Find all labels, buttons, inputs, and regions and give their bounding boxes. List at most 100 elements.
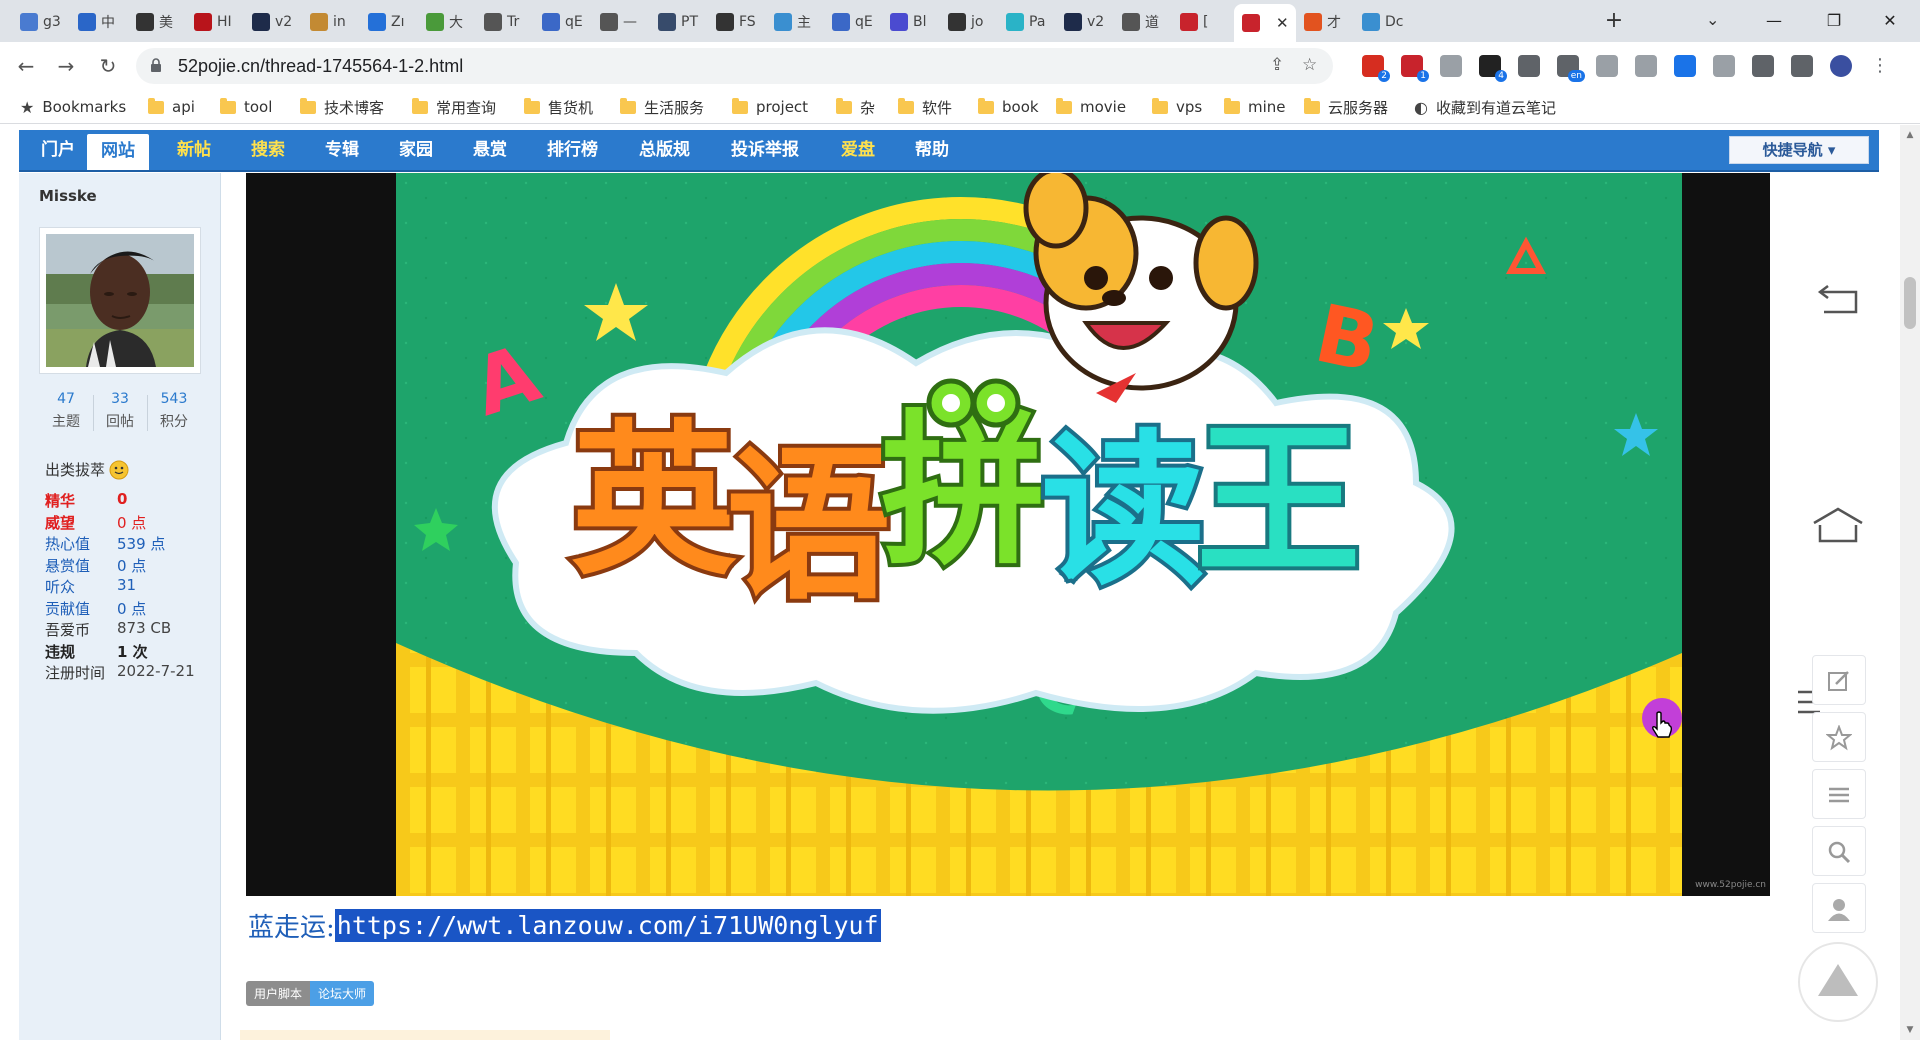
bookmark-folder[interactable]: api: [148, 96, 195, 118]
info-key[interactable]: 贡献值: [45, 598, 117, 619]
stat-value[interactable]: 47: [39, 391, 93, 407]
stat-value[interactable]: 33: [93, 391, 147, 407]
nav-item[interactable]: 排行榜: [533, 130, 612, 170]
tab[interactable]: g3: [16, 8, 66, 36]
quick-nav-button[interactable]: 快捷导航 ▾: [1729, 136, 1869, 164]
tab-search-button[interactable]: ⌄: [1706, 10, 1719, 29]
black-ext-icon[interactable]: 4: [1479, 55, 1507, 82]
nav-item[interactable]: 投诉举报: [717, 130, 813, 170]
profile-avatar-icon[interactable]: [1830, 55, 1852, 77]
download-link[interactable]: https://wwt.lanzouw.com/i71UW0nglyuf: [334, 909, 881, 942]
tab[interactable]: qE: [538, 8, 588, 36]
menu-dots-icon[interactable]: ⋮: [1869, 55, 1891, 77]
tab-active[interactable]: ✕: [1234, 4, 1296, 42]
tag-forum-master[interactable]: 论坛大师: [310, 981, 375, 1006]
info-key[interactable]: 注册时间: [45, 662, 117, 683]
bookmark-folder[interactable]: 杂: [836, 96, 875, 118]
close-tab-icon[interactable]: ✕: [1276, 14, 1289, 32]
bookmark-folder[interactable]: vps: [1152, 96, 1202, 118]
bookmark-folder[interactable]: 常用查询: [412, 96, 496, 118]
bookmark-folder[interactable]: 售货机: [524, 96, 593, 118]
minimize-button[interactable]: —: [1754, 6, 1794, 36]
scroll-down-arrow[interactable]: ▼: [1904, 1024, 1916, 1036]
user-tool-button[interactable]: [1812, 883, 1866, 933]
circle-ext-icon[interactable]: [1440, 55, 1462, 77]
bookmark-folder[interactable]: movie: [1056, 96, 1126, 118]
nav-item[interactable]: 网站: [87, 134, 149, 170]
maximize-button[interactable]: ❐: [1814, 6, 1854, 36]
bookmark-folder[interactable]: 技术博客: [300, 96, 384, 118]
tab[interactable]: Dc: [1358, 8, 1408, 36]
tab[interactable]: Zı: [364, 8, 414, 36]
search-tool-button[interactable]: [1812, 826, 1866, 876]
cursor-ext-icon[interactable]: [1713, 55, 1735, 77]
edit-tool-button[interactable]: [1812, 655, 1866, 705]
stat-value[interactable]: 543: [147, 391, 201, 407]
info-key[interactable]: 听众: [45, 576, 117, 597]
mail-icon[interactable]: [1518, 55, 1540, 77]
nav-item[interactable]: 悬赏: [459, 130, 521, 170]
info-key[interactable]: 威望: [45, 512, 117, 533]
bookmark-folder[interactable]: 软件: [898, 96, 952, 118]
address-bar[interactable]: 52pojie.cn/thread-1745564-1-2.html ⇪ ☆: [136, 48, 1333, 84]
back-button[interactable]: ←: [12, 52, 40, 80]
bookmark-folder[interactable]: 生活服务: [620, 96, 704, 118]
page-scrollbar[interactable]: ▲ ▼: [1900, 125, 1920, 1040]
tab[interactable]: 美: [132, 8, 182, 36]
tab[interactable]: Pa: [1002, 8, 1052, 36]
user-stat[interactable]: 33 回帖: [93, 391, 147, 431]
nav-item[interactable]: 新帖: [163, 130, 225, 170]
bookmark-star-icon[interactable]: ☆: [1302, 55, 1317, 75]
puzzle-icon[interactable]: [1752, 55, 1774, 77]
back-float-button[interactable]: [1802, 270, 1874, 330]
info-key[interactable]: 吾爱币: [45, 619, 117, 640]
user-stat[interactable]: 543 积分: [147, 391, 201, 431]
tab[interactable]: 大: [422, 8, 472, 36]
avatar[interactable]: [39, 227, 201, 374]
scroll-thumb[interactable]: [1904, 277, 1916, 329]
new-tab-button[interactable]: +: [1600, 8, 1628, 36]
scroll-to-top-button[interactable]: [1798, 942, 1878, 1022]
tab[interactable]: [: [1176, 8, 1226, 36]
bookmark-folder[interactable]: tool: [220, 96, 272, 118]
favorite-tool-button[interactable]: [1812, 712, 1866, 762]
nav-item[interactable]: 爱盘: [827, 130, 889, 170]
tab[interactable]: Tr: [480, 8, 530, 36]
scroll-up-arrow[interactable]: ▲: [1904, 129, 1916, 141]
forward-button[interactable]: →: [52, 52, 80, 80]
bookmark-folder[interactable]: 云服务器: [1304, 96, 1388, 118]
doc-ext-icon[interactable]: [1674, 55, 1696, 77]
bookmark-folder[interactable]: book: [978, 96, 1039, 118]
tab[interactable]: 主: [770, 8, 820, 36]
info-key[interactable]: 热心值: [45, 533, 117, 554]
close-window-button[interactable]: ✕: [1870, 6, 1910, 36]
tab[interactable]: PT: [654, 8, 704, 36]
share-icon[interactable]: ⇪: [1270, 55, 1284, 75]
nav-item[interactable]: 搜索: [237, 130, 299, 170]
nav-item[interactable]: 专辑: [311, 130, 373, 170]
translate-icon[interactable]: en: [1557, 55, 1585, 82]
tab[interactable]: qE: [828, 8, 878, 36]
tab[interactable]: in: [306, 8, 356, 36]
info-key[interactable]: 精华: [45, 490, 117, 511]
nav-item[interactable]: 门户: [27, 130, 89, 170]
tab[interactable]: v2: [1060, 8, 1110, 36]
nav-item[interactable]: 家园: [385, 130, 447, 170]
bookmark-youdao[interactable]: ◐ 收藏到有道云笔记: [1414, 96, 1556, 118]
abp-icon[interactable]: 2: [1362, 55, 1390, 82]
sidepanel-icon[interactable]: [1791, 55, 1813, 77]
info-key[interactable]: 违规: [45, 641, 117, 662]
tab[interactable]: HI: [190, 8, 240, 36]
reload-button[interactable]: ↻: [94, 52, 122, 80]
tab[interactable]: 中: [74, 8, 124, 36]
url-text[interactable]: 52pojie.cn/thread-1745564-1-2.html: [178, 56, 463, 77]
tab[interactable]: v2: [248, 8, 298, 36]
info-key[interactable]: 悬赏值: [45, 555, 117, 576]
tab[interactable]: Bl: [886, 8, 936, 36]
tab[interactable]: FS: [712, 8, 762, 36]
bookmark-folder[interactable]: mine: [1224, 96, 1286, 118]
reader-icon[interactable]: [1596, 55, 1618, 77]
tab[interactable]: 才: [1300, 8, 1350, 36]
tab[interactable]: 道: [1118, 8, 1168, 36]
tab[interactable]: —: [596, 8, 646, 36]
